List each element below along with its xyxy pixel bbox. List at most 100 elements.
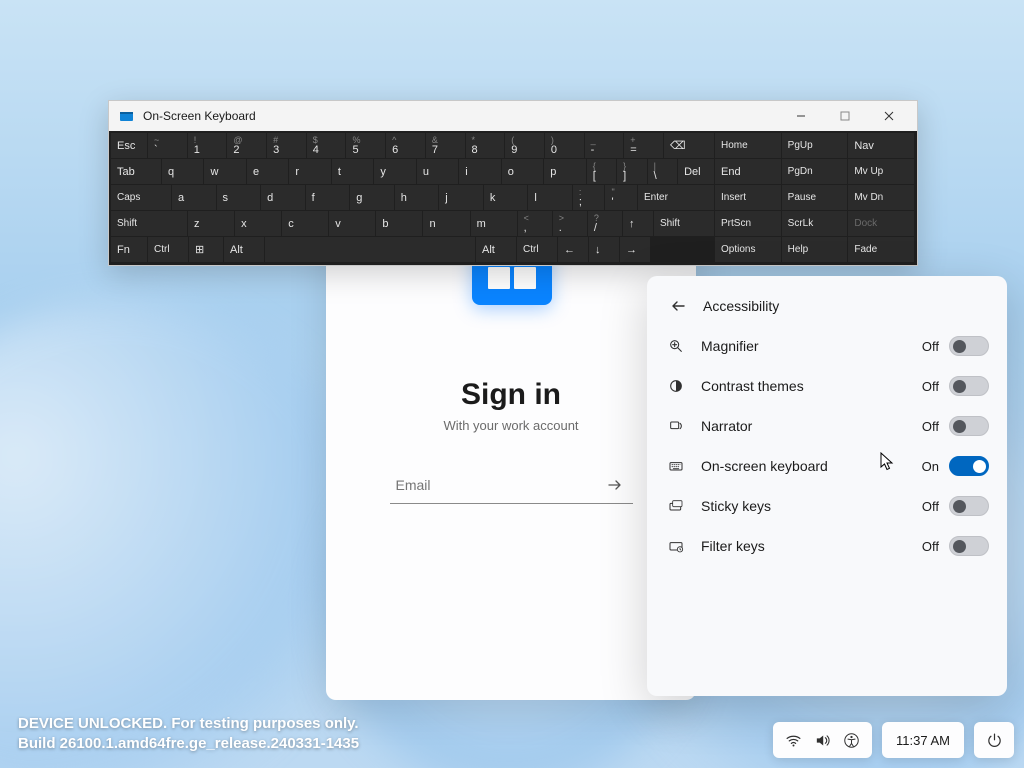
key-[interactable]: ⌫ [664,133,714,158]
key-enter[interactable]: Enter [638,185,714,210]
osk-titlebar[interactable]: On-Screen Keyboard [109,101,917,131]
close-button[interactable] [867,101,911,131]
key-0[interactable]: )0 [545,133,584,158]
key-r[interactable]: r [289,159,330,184]
submit-arrow-button[interactable] [601,471,629,499]
key-[interactable]: <, [518,211,552,236]
key-o[interactable]: o [502,159,543,184]
key-space[interactable] [265,237,475,262]
key-dock[interactable]: Dock [848,211,914,236]
key-nav[interactable]: Nav [848,133,914,158]
key-6[interactable]: ^6 [386,133,425,158]
key-2[interactable]: @2 [227,133,266,158]
key-t[interactable]: t [332,159,373,184]
key-s[interactable]: s [217,185,261,210]
key-pgup[interactable]: PgUp [782,133,848,158]
accessibility-row-osk[interactable]: On-screen keyboardOn [655,446,999,486]
key-fn[interactable]: Fn [111,237,147,262]
accessibility-row-contrast[interactable]: Contrast themesOff [655,366,999,406]
key-mv-dn[interactable]: Mv Dn [848,185,914,210]
key-9[interactable]: (9 [505,133,544,158]
key-x[interactable]: x [235,211,281,236]
maximize-button[interactable] [823,101,867,131]
accessibility-row-sticky[interactable]: Sticky keysOff [655,486,999,526]
key-[interactable]: ↓ [589,237,619,262]
key-k[interactable]: k [484,185,528,210]
key-[interactable]: |\ [648,159,677,184]
key-shift[interactable]: Shift [111,211,187,236]
key-[interactable]: ~` [148,133,187,158]
key-p[interactable]: p [544,159,585,184]
key-options[interactable]: Options [715,237,781,262]
key-shift[interactable]: Shift [654,211,714,236]
key-h[interactable]: h [395,185,439,210]
key-[interactable]: → [620,237,650,262]
key-[interactable]: ⊞ [189,237,223,262]
toggle-contrast[interactable] [949,376,989,396]
clock[interactable]: 11:37 AM [882,722,964,758]
key-z[interactable]: z [188,211,234,236]
minimize-button[interactable] [779,101,823,131]
key-3[interactable]: #3 [267,133,306,158]
key-[interactable]: >. [553,211,587,236]
key-j[interactable]: j [439,185,483,210]
key-y[interactable]: y [374,159,415,184]
key-alt[interactable]: Alt [224,237,264,262]
key-b[interactable]: b [376,211,422,236]
network-sound-accessibility-pill[interactable] [773,722,872,758]
key-del[interactable]: Del [678,159,714,184]
key-fade[interactable]: Fade [848,237,914,262]
accessibility-row-magnifier[interactable]: MagnifierOff [655,326,999,366]
key-[interactable]: }] [617,159,646,184]
key-insert[interactable]: Insert [715,185,781,210]
key-[interactable]: ?/ [588,211,622,236]
toggle-sticky[interactable] [949,496,989,516]
key-mv-up[interactable]: Mv Up [848,159,914,184]
key-end[interactable]: End [715,159,781,184]
toggle-filter[interactable] [949,536,989,556]
key-tab[interactable]: Tab [111,159,161,184]
key-ctrl[interactable]: Ctrl [517,237,557,262]
key-ctrl[interactable]: Ctrl [148,237,188,262]
toggle-narrator[interactable] [949,416,989,436]
key-1[interactable]: !1 [188,133,227,158]
key-[interactable]: :; [573,185,605,210]
toggle-magnifier[interactable] [949,336,989,356]
key-alt[interactable]: Alt [476,237,516,262]
key-e[interactable]: e [247,159,288,184]
key-caps[interactable]: Caps [111,185,171,210]
key-[interactable]: ↑ [623,211,653,236]
accessibility-row-narrator[interactable]: NarratorOff [655,406,999,446]
key-8[interactable]: *8 [466,133,505,158]
key-i[interactable]: i [459,159,500,184]
key-[interactable]: ← [558,237,588,262]
email-input[interactable] [394,476,601,494]
key-5[interactable]: %5 [346,133,385,158]
key-pgdn[interactable]: PgDn [782,159,848,184]
key-q[interactable]: q [162,159,203,184]
key-d[interactable]: d [261,185,305,210]
key-help[interactable]: Help [782,237,848,262]
accessibility-row-filter[interactable]: Filter keysOff [655,526,999,566]
key-v[interactable]: v [329,211,375,236]
key-f[interactable]: f [306,185,350,210]
key-[interactable]: _- [585,133,624,158]
key-u[interactable]: u [417,159,458,184]
key-a[interactable]: a [172,185,216,210]
key-m[interactable]: m [471,211,517,236]
power-button[interactable] [974,722,1014,758]
key-w[interactable]: w [204,159,245,184]
key-l[interactable]: l [528,185,572,210]
key-[interactable]: {[ [587,159,616,184]
key-7[interactable]: &7 [426,133,465,158]
key-c[interactable]: c [282,211,328,236]
key-[interactable]: "' [605,185,637,210]
toggle-osk[interactable] [949,456,989,476]
key-4[interactable]: $4 [307,133,346,158]
key-scrlk[interactable]: ScrLk [782,211,848,236]
key-esc[interactable]: Esc [111,133,147,158]
back-button[interactable] [661,289,695,323]
key-prtscn[interactable]: PrtScn [715,211,781,236]
key-n[interactable]: n [423,211,469,236]
key-g[interactable]: g [350,185,394,210]
